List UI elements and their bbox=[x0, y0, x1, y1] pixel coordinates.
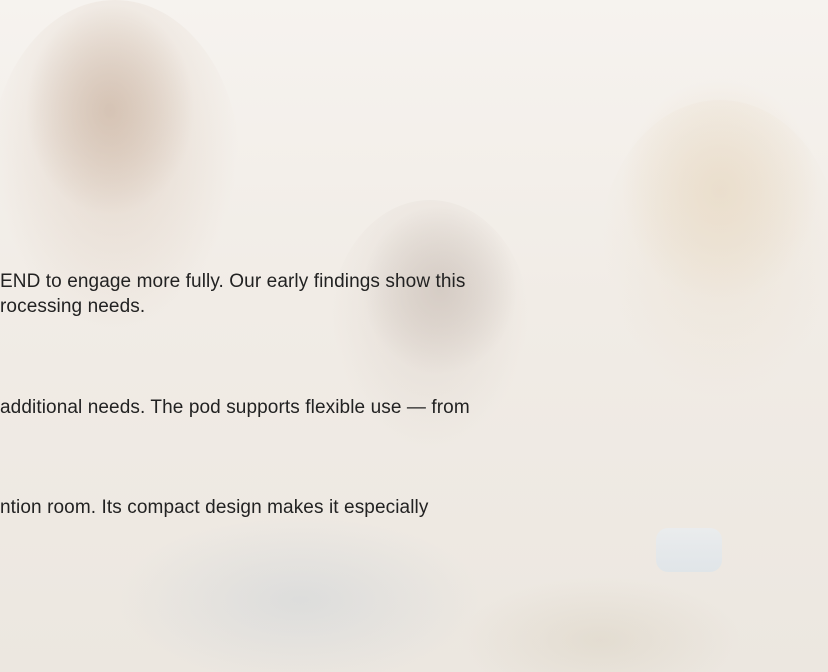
document-page: END to engage more fully. Our early find… bbox=[0, 0, 828, 672]
child-figure-right bbox=[600, 100, 828, 400]
paragraph-1-line-2: rocessing needs. bbox=[0, 296, 146, 317]
paragraph-3-line-1: ntion room. Its compact design makes it … bbox=[0, 497, 429, 518]
paragraph-1-line-1: END to engage more fully. Our early find… bbox=[0, 271, 466, 292]
paragraph-2-line-1: additional needs. The pod supports flexi… bbox=[0, 397, 470, 418]
storage-bin bbox=[656, 528, 722, 572]
